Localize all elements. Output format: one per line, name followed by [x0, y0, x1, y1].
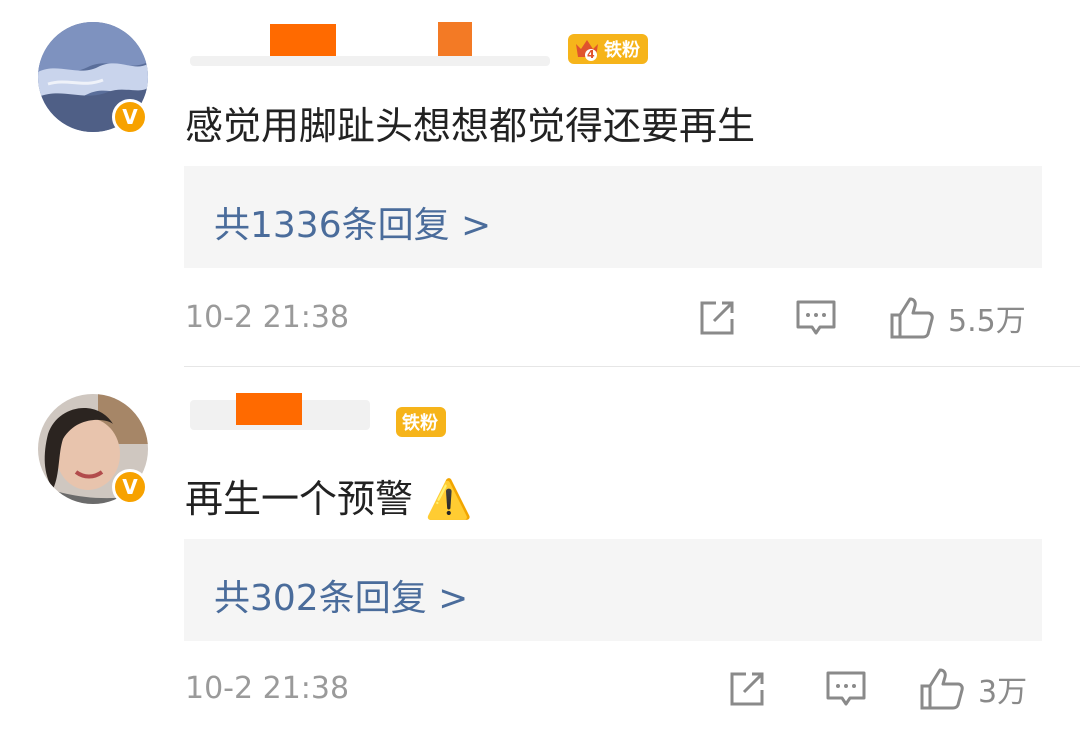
comment-text: 再生一个预警 ⚠️ — [185, 477, 473, 521]
comment-icon — [796, 300, 836, 335]
fan-badge-label: 铁粉 — [402, 413, 438, 434]
comment-button[interactable] — [824, 668, 868, 710]
comment-item: V 4 铁粉 感觉用脚趾头想想都觉得还要再生 共1336条回复 > 10-2 2… — [0, 0, 1080, 366]
replies-box[interactable]: 共1336条回复 > — [184, 166, 1042, 268]
like-button[interactable]: 5.5万 — [888, 295, 1026, 341]
comment-time: 10-2 21:38 — [185, 671, 350, 706]
username-redacted[interactable] — [190, 390, 390, 430]
share-button[interactable] — [726, 668, 768, 710]
view-replies-link[interactable]: 共302条回复 > — [214, 569, 468, 621]
share-icon — [700, 301, 734, 335]
crown-icon: 4 — [574, 36, 600, 62]
verified-badge: V — [112, 469, 148, 505]
fan-badge[interactable]: 4 铁粉 — [568, 34, 648, 64]
share-icon — [730, 672, 764, 706]
verified-badge: V — [112, 99, 148, 135]
comment-text: 感觉用脚趾头想想都觉得还要再生 — [185, 104, 756, 148]
share-button[interactable] — [696, 297, 738, 339]
like-count: 3万 — [978, 675, 1028, 710]
comment-time: 10-2 21:38 — [185, 300, 350, 335]
like-count: 5.5万 — [948, 304, 1026, 339]
comment-icon — [826, 671, 866, 706]
comment-item: V 铁粉 再生一个预警 ⚠️ 共302条回复 > 10-2 21:38 3万 — [0, 367, 1080, 729]
view-replies-link[interactable]: 共1336条回复 > — [214, 196, 491, 248]
comment-button[interactable] — [794, 297, 838, 339]
fan-level: 4 — [587, 48, 595, 61]
replies-box[interactable]: 共302条回复 > — [184, 539, 1042, 641]
thumbs-up-icon — [920, 668, 964, 710]
like-button[interactable]: 3万 — [918, 666, 1027, 712]
thumbs-up-icon — [890, 297, 934, 339]
fan-badge[interactable]: 铁粉 — [396, 407, 446, 437]
username-redacted[interactable] — [190, 22, 560, 66]
fan-badge-label: 铁粉 — [604, 40, 640, 61]
